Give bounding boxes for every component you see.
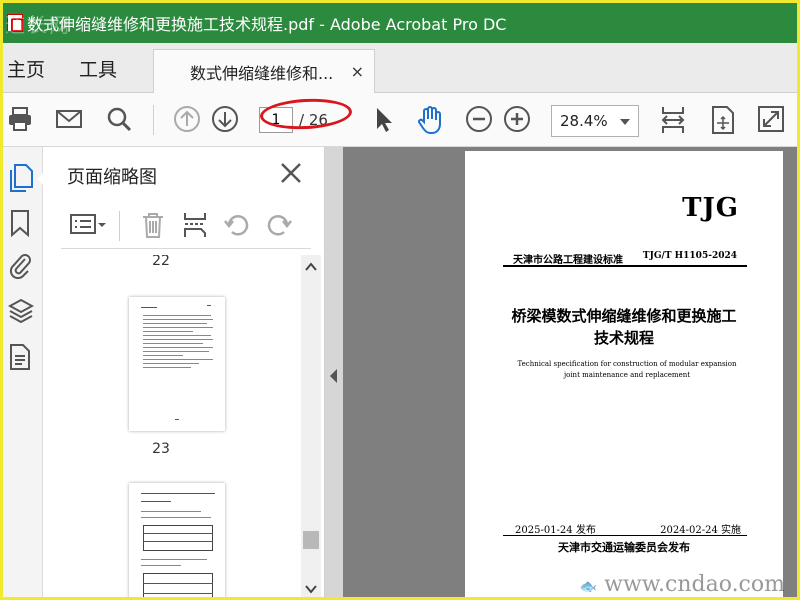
window-title: 数式伸缩缝维修和更换施工技术规程.pdf - Adobe Acrobat Pro… [27, 15, 507, 34]
divider [503, 265, 747, 267]
app-window: 数式伸缩缝维修和更换施工技术规程.pdf - Adobe Acrobat Pro… [0, 0, 800, 600]
toolbar-separator [119, 211, 120, 241]
tab-close-icon[interactable]: × [351, 62, 364, 81]
menu-tools[interactable]: 工具 [79, 55, 117, 82]
select-cursor-icon[interactable] [369, 105, 397, 133]
pdf-page: TJG 天津市公路工程建设标准 TJG/T H1105-2024 桥梁模数式伸缩… [465, 151, 783, 597]
toolbar: 1 / 26 28.4% [3, 93, 797, 147]
thumbnail-page-24[interactable] [129, 483, 225, 597]
rotate-right-icon[interactable] [265, 211, 293, 239]
document-title: 桥梁模数式伸缩缝维修和更换施工 技术规程 [485, 305, 763, 349]
zoom-value: 28.4% [560, 112, 608, 130]
delete-page-icon[interactable] [139, 211, 167, 239]
publish-date: 2025-01-24 发布 [515, 525, 596, 536]
thumbnail-label: 23 [152, 441, 170, 457]
panel-collapse-handle[interactable] [325, 147, 343, 597]
thumbnail-scrollbar[interactable] [301, 255, 321, 597]
standard-brand: TJG [682, 193, 739, 223]
panel-title: 页面缩略图 [67, 167, 157, 188]
document-title-line: 桥梁模数式伸缩缝维修和更换施工 [511, 307, 737, 325]
options-menu-icon[interactable] [69, 211, 106, 239]
rotate-left-icon[interactable] [223, 211, 251, 239]
title-bar: 数式伸缩缝维修和更换施工技术规程.pdf - Adobe Acrobat Pro… [3, 3, 797, 43]
fish-logo-icon: 🐟 [579, 579, 598, 595]
zoom-in-icon[interactable] [503, 105, 531, 133]
fullscreen-icon[interactable] [757, 105, 785, 133]
chevron-left-icon [330, 369, 337, 383]
mail-icon[interactable] [55, 105, 83, 133]
page-thumbnails-icon[interactable] [8, 163, 33, 192]
site-watermark: 道长网 [5, 13, 71, 37]
document-info-icon[interactable] [8, 343, 32, 371]
thumbnail-page-23[interactable] [129, 297, 225, 431]
site-watermark-url: 🐟 www.cndao.com [580, 572, 785, 597]
page-move-icon[interactable] [709, 105, 737, 134]
fit-width-icon[interactable] [659, 105, 687, 133]
toolbar-separator [153, 105, 154, 135]
standard-category: 天津市公路工程建设标准 [513, 255, 623, 266]
next-page-icon[interactable] [211, 105, 239, 133]
divider [503, 535, 747, 536]
thumbnail-panel: 页面缩略图 22 23 [43, 147, 325, 597]
thumbnail-toolbar [61, 205, 311, 249]
document-tab[interactable]: 数式伸缩缝维修和... × [153, 49, 375, 93]
thumbnail-label: 22 [152, 255, 170, 269]
document-tab-label: 数式伸缩缝维修和... [190, 63, 334, 83]
watermark-text: www.cndao.com [604, 572, 785, 597]
scroll-thumb[interactable] [303, 531, 319, 549]
bookmark-icon[interactable] [8, 209, 32, 237]
document-view[interactable]: TJG 天津市公路工程建设标准 TJG/T H1105-2024 桥梁模数式伸缩… [325, 147, 797, 597]
navigation-rail [3, 147, 45, 597]
document-title-line: 技术规程 [593, 329, 654, 347]
insert-page-icon[interactable] [181, 211, 209, 239]
menu-home[interactable]: 主页 [7, 55, 45, 82]
close-icon[interactable] [279, 161, 303, 185]
previous-page-icon[interactable] [173, 105, 201, 133]
attachment-icon[interactable] [8, 251, 32, 279]
menu-row: 主页 工具 数式伸缩缝维修和... × [3, 43, 797, 93]
english-title: Technical specification for construction… [517, 360, 737, 379]
hand-tool-icon[interactable] [415, 105, 443, 134]
issuer: 天津市交通运输委员会发布 [558, 541, 690, 554]
effective-date: 2024-02-24 实施 [660, 525, 741, 536]
zoom-out-icon[interactable] [465, 105, 493, 133]
search-icon[interactable] [105, 105, 133, 133]
standard-number: TJG/T H1105-2024 [642, 251, 737, 261]
annotation-ellipse [259, 96, 353, 132]
print-icon[interactable] [7, 105, 35, 133]
chevron-down-icon [620, 119, 630, 125]
thumbnail-list: 22 23 [43, 255, 325, 597]
chevron-down-icon[interactable] [305, 583, 317, 595]
zoom-select[interactable]: 28.4% [551, 105, 639, 137]
chevron-up-icon[interactable] [305, 261, 317, 273]
layers-icon[interactable] [8, 297, 34, 325]
